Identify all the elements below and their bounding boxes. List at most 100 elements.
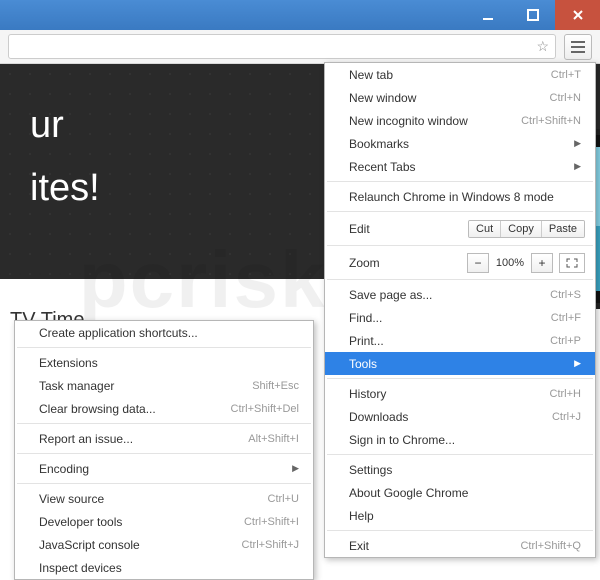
menu-shortcut: Ctrl+Shift+I [244, 516, 299, 528]
menu-label: Developer tools [39, 515, 244, 529]
address-bar[interactable]: ☆ [8, 34, 556, 59]
menu-relaunch-win8[interactable]: Relaunch Chrome in Windows 8 mode [325, 185, 595, 208]
menu-separator [327, 530, 593, 531]
menu-shortcut: Ctrl+H [550, 388, 581, 400]
menu-shortcut: Ctrl+Shift+Del [231, 403, 299, 415]
menu-downloads[interactable]: DownloadsCtrl+J [325, 405, 595, 428]
menu-separator [327, 245, 593, 246]
menu-label: Encoding [39, 462, 292, 476]
menu-label: About Google Chrome [349, 486, 581, 500]
menu-label: Exit [349, 539, 520, 553]
menu-create-shortcuts[interactable]: Create application shortcuts... [15, 321, 313, 344]
menu-label: Help [349, 509, 581, 523]
menu-shortcut: Ctrl+U [268, 493, 299, 505]
menu-shortcut: Ctrl+S [550, 289, 581, 301]
browser-toolbar: ☆ [0, 30, 600, 64]
menu-tools[interactable]: Tools▶ [325, 352, 595, 375]
edit-button-group: Cut Copy Paste [468, 220, 585, 238]
menu-new-window[interactable]: New windowCtrl+N [325, 86, 595, 109]
menu-new-tab[interactable]: New tabCtrl+T [325, 63, 595, 86]
fullscreen-button[interactable] [559, 253, 585, 273]
menu-label: History [349, 387, 550, 401]
menu-shortcut: Ctrl+Shift+Q [520, 540, 581, 552]
menu-zoom-row: Zoom − 100% + [325, 249, 595, 276]
menu-label: Create application shortcuts... [39, 326, 299, 340]
copy-button[interactable]: Copy [500, 221, 541, 237]
menu-label: Find... [349, 311, 551, 325]
menu-separator [17, 483, 311, 484]
chrome-main-menu: New tabCtrl+T New windowCtrl+N New incog… [324, 62, 596, 558]
menu-label: Edit [349, 222, 462, 236]
menu-label: New window [349, 91, 550, 105]
menu-about[interactable]: About Google Chrome [325, 481, 595, 504]
menu-view-source[interactable]: View sourceCtrl+U [15, 487, 313, 510]
zoom-out-button[interactable]: − [467, 253, 489, 273]
chrome-menu-button[interactable] [564, 34, 592, 60]
menu-label: Downloads [349, 410, 552, 424]
menu-label: JavaScript console [39, 538, 242, 552]
menu-label: Tools [349, 357, 574, 371]
menu-label: Save page as... [349, 288, 550, 302]
menu-report-issue[interactable]: Report an issue...Alt+Shift+I [15, 427, 313, 450]
menu-history[interactable]: HistoryCtrl+H [325, 382, 595, 405]
menu-shortcut: Ctrl+F [551, 312, 581, 324]
menu-separator [17, 453, 311, 454]
menu-print[interactable]: Print...Ctrl+P [325, 329, 595, 352]
menu-save-page[interactable]: Save page as...Ctrl+S [325, 283, 595, 306]
cut-button[interactable]: Cut [469, 221, 500, 237]
menu-label: Task manager [39, 379, 252, 393]
maximize-button[interactable] [510, 0, 555, 30]
menu-task-manager[interactable]: Task managerShift+Esc [15, 374, 313, 397]
menu-signin[interactable]: Sign in to Chrome... [325, 428, 595, 451]
menu-label: Relaunch Chrome in Windows 8 mode [349, 190, 581, 204]
menu-bookmarks[interactable]: Bookmarks▶ [325, 132, 595, 155]
tools-submenu: Create application shortcuts... Extensio… [14, 320, 314, 580]
bookmark-star-icon[interactable]: ☆ [536, 38, 549, 55]
menu-label: Extensions [39, 356, 299, 370]
menu-label: Clear browsing data... [39, 402, 231, 416]
menu-label: Settings [349, 463, 581, 477]
menu-separator [327, 181, 593, 182]
zoom-value: 100% [489, 257, 531, 269]
menu-inspect-devices[interactable]: Inspect devices [15, 556, 313, 579]
menu-extensions[interactable]: Extensions [15, 351, 313, 374]
menu-label: Report an issue... [39, 432, 248, 446]
menu-separator [327, 279, 593, 280]
menu-shortcut: Ctrl+N [550, 92, 581, 104]
chevron-right-icon: ▶ [574, 161, 581, 172]
menu-separator [17, 423, 311, 424]
menu-shortcut: Ctrl+T [551, 69, 581, 81]
zoom-in-button[interactable]: + [531, 253, 553, 273]
menu-label: Bookmarks [349, 137, 574, 151]
paste-button[interactable]: Paste [541, 221, 584, 237]
chevron-right-icon: ▶ [574, 138, 581, 149]
close-button[interactable] [555, 0, 600, 30]
menu-exit[interactable]: ExitCtrl+Shift+Q [325, 534, 595, 557]
chevron-right-icon: ▶ [574, 358, 581, 369]
menu-dev-tools[interactable]: Developer toolsCtrl+Shift+I [15, 510, 313, 533]
menu-js-console[interactable]: JavaScript consoleCtrl+Shift+J [15, 533, 313, 556]
menu-separator [327, 454, 593, 455]
minimize-button[interactable] [465, 0, 510, 30]
menu-label: Print... [349, 334, 550, 348]
menu-recent-tabs[interactable]: Recent Tabs▶ [325, 155, 595, 178]
menu-label: View source [39, 492, 268, 506]
menu-new-incognito[interactable]: New incognito windowCtrl+Shift+N [325, 109, 595, 132]
menu-help[interactable]: Help [325, 504, 595, 527]
menu-separator [17, 347, 311, 348]
menu-shortcut: Ctrl+P [550, 335, 581, 347]
menu-label: New tab [349, 68, 551, 82]
menu-shortcut: Ctrl+J [552, 411, 581, 423]
menu-clear-data[interactable]: Clear browsing data...Ctrl+Shift+Del [15, 397, 313, 420]
chevron-right-icon: ▶ [292, 463, 299, 474]
menu-find[interactable]: Find...Ctrl+F [325, 306, 595, 329]
menu-shortcut: Ctrl+Shift+N [521, 115, 581, 127]
menu-encoding[interactable]: Encoding▶ [15, 457, 313, 480]
menu-label: New incognito window [349, 114, 521, 128]
menu-shortcut: Alt+Shift+I [248, 433, 299, 445]
menu-shortcut: Shift+Esc [252, 380, 299, 392]
menu-label: Sign in to Chrome... [349, 433, 581, 447]
menu-settings[interactable]: Settings [325, 458, 595, 481]
menu-separator [327, 211, 593, 212]
menu-shortcut: Ctrl+Shift+J [242, 539, 299, 551]
